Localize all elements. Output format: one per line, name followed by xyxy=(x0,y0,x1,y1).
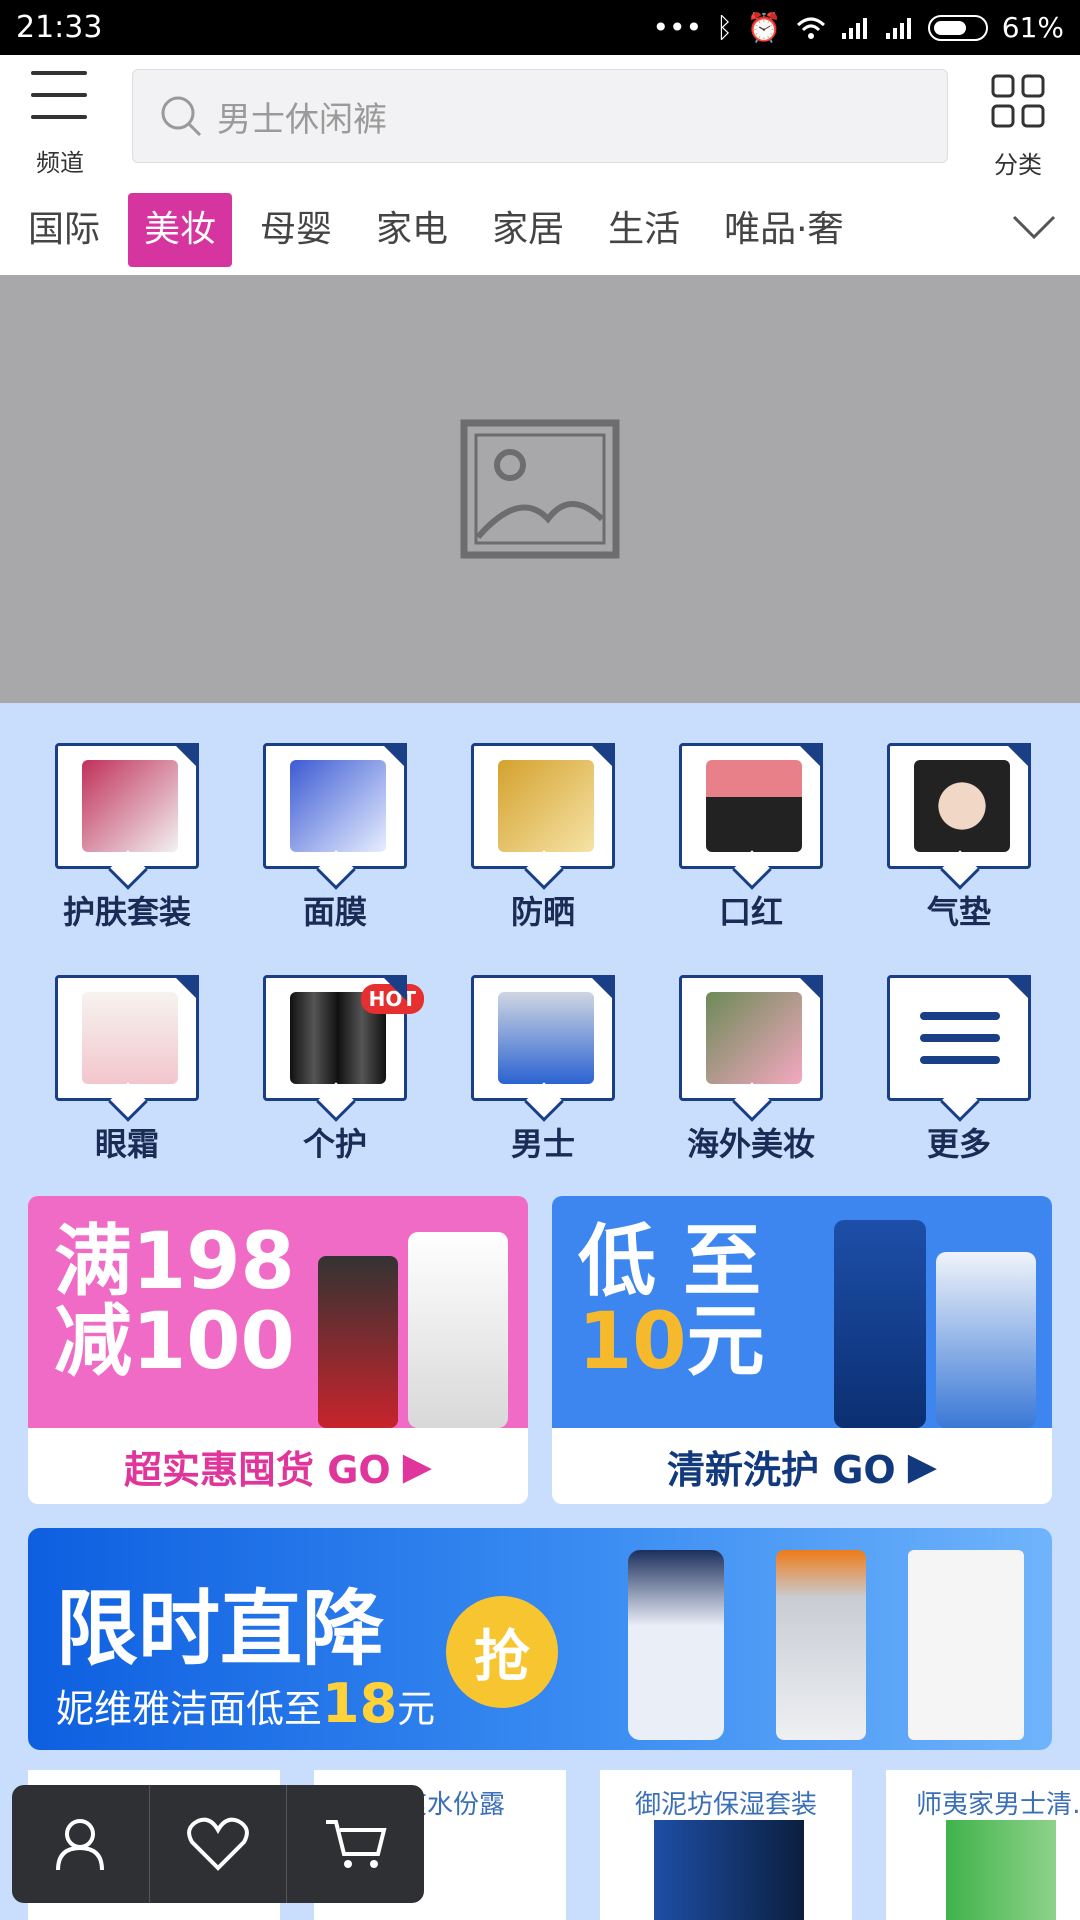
tab-intl[interactable]: 国际 xyxy=(12,193,116,267)
floating-bottom-nav xyxy=(12,1785,424,1903)
promo-card-discount[interactable]: 满198 减100 超实惠囤货 GO ▶ xyxy=(28,1196,528,1504)
hero-banner[interactable] xyxy=(0,275,1080,703)
category-personal-care[interactable]: HOT 个护 xyxy=(260,953,424,1163)
category-eye-cream[interactable]: 眼霜 xyxy=(52,953,202,1163)
tab-luxury[interactable]: 唯品·奢 xyxy=(708,193,859,267)
product-bottle-white xyxy=(408,1232,508,1428)
cushion-image xyxy=(914,760,1010,852)
hamburger-icon xyxy=(31,71,87,137)
tab-beauty[interactable]: 美妆 xyxy=(128,193,233,267)
category-label: 分类 xyxy=(994,151,1042,179)
sunscreen-image xyxy=(498,760,594,852)
skincare-set-image xyxy=(82,760,178,852)
category-sunscreen[interactable]: 防晒 xyxy=(468,721,618,931)
channel-tabs: 国际 美妆 母婴 家电 家居 生活 唯品·奢 xyxy=(0,185,1080,275)
battery-icon xyxy=(927,14,988,41)
user-icon xyxy=(56,1819,105,1871)
channel-label: 频道 xyxy=(36,149,84,177)
category-button[interactable]: 分类 xyxy=(988,73,1048,179)
alarm-icon: ⏰ xyxy=(746,11,782,44)
more-menu-icon xyxy=(920,1012,1000,1064)
more-dots-icon: ••• xyxy=(652,11,703,44)
promo-price-line1: 低 至 xyxy=(578,1217,762,1307)
nav-favorite-button[interactable] xyxy=(150,1785,288,1903)
category-men[interactable]: 男士 xyxy=(468,953,618,1163)
eye-cream-image xyxy=(82,992,178,1084)
signal-icon-2 xyxy=(885,17,911,39)
promo-discount-cta[interactable]: 超实惠囤货 GO ▶ xyxy=(28,1428,528,1504)
promo-card-price[interactable]: 低 至 10元 清新洗护 GO ▶ xyxy=(552,1196,1052,1504)
men-image xyxy=(498,992,594,1084)
status-icons: ••• ᛒ ⏰ 61% xyxy=(653,11,1064,44)
product-tile-4[interactable]: 师夷家男士清… xyxy=(886,1770,1080,1920)
promo-price-line2: 10元 xyxy=(578,1297,765,1387)
battery-percent: 61% xyxy=(1001,11,1064,44)
status-time: 21:33 xyxy=(16,10,103,45)
promo-price-cta-label: 清新洗护 GO xyxy=(667,1447,896,1492)
promo-price-image: 低 至 10元 xyxy=(552,1196,1052,1428)
product-tile-3-image xyxy=(654,1820,804,1920)
bluetooth-icon: ᛒ xyxy=(716,11,733,44)
flash-subtitle: 妮维雅洁面低至18元 xyxy=(56,1672,436,1735)
promo-price-cta[interactable]: 清新洗护 GO ▶ xyxy=(552,1428,1052,1504)
category-skincare-set[interactable]: 护肤套装 xyxy=(52,721,202,931)
tab-home[interactable]: 家居 xyxy=(476,193,580,267)
overseas-beauty-image xyxy=(706,992,802,1084)
nav-profile-button[interactable] xyxy=(12,1785,150,1903)
promo-discount-line1: 满198 xyxy=(54,1217,295,1307)
product-bottle-clear xyxy=(834,1220,926,1428)
chevron-down-icon[interactable] xyxy=(1012,211,1056,241)
category-cushion[interactable]: 气垫 xyxy=(884,721,1034,931)
lipstick-image xyxy=(706,760,802,852)
promo-discount-line2: 减100 xyxy=(54,1297,295,1387)
category-mask[interactable]: 面膜 xyxy=(260,721,410,931)
tab-life[interactable]: 生活 xyxy=(592,193,696,267)
product-tile-3[interactable]: 御泥坊保湿套装 xyxy=(600,1770,852,1920)
category-more[interactable]: 更多 xyxy=(884,953,1034,1163)
search-input[interactable]: 男士休闲裤 xyxy=(132,69,948,163)
tab-baby[interactable]: 母婴 xyxy=(244,193,348,267)
product-mask-pack xyxy=(908,1550,1024,1740)
status-bar: 21:33 ••• ᛒ ⏰ 61% xyxy=(0,0,1080,55)
search-placeholder: 男士休闲裤 xyxy=(217,99,387,140)
promo-discount-image: 满198 减100 xyxy=(28,1196,528,1428)
grid-icon xyxy=(991,74,1045,128)
tab-appliance[interactable]: 家电 xyxy=(360,193,464,267)
signal-icon xyxy=(841,17,867,39)
image-placeholder-icon xyxy=(460,419,620,559)
heart-icon xyxy=(187,1817,249,1871)
channel-menu-button[interactable]: 频道 xyxy=(25,71,95,177)
product-bottle-nivea xyxy=(936,1252,1036,1428)
flash-sale-banner[interactable]: 限时直降 妮维雅洁面低至18元 抢 xyxy=(28,1528,1052,1750)
grab-button[interactable]: 抢 xyxy=(446,1596,558,1708)
mask-image xyxy=(290,760,386,852)
product-nivea-cleanser xyxy=(628,1550,724,1740)
nav-cart-button[interactable] xyxy=(287,1785,424,1903)
product-tile-4-image xyxy=(946,1820,1056,1920)
cart-icon xyxy=(325,1820,387,1868)
product-bottle-red xyxy=(318,1256,398,1428)
category-lipstick[interactable]: 口红 xyxy=(676,721,826,931)
flash-title: 限时直降 xyxy=(56,1582,385,1677)
top-bar: 频道 男士休闲裤 分类 xyxy=(0,55,1080,185)
promo-discount-cta-label: 超实惠囤货 GO xyxy=(124,1447,391,1492)
hot-badge: HOT xyxy=(360,984,424,1014)
play-arrow-icon: ▶ xyxy=(402,1444,432,1488)
play-arrow-icon-2: ▶ xyxy=(907,1444,937,1488)
wifi-icon xyxy=(796,17,825,39)
product-loreal xyxy=(776,1550,866,1740)
search-icon xyxy=(161,96,202,137)
category-overseas-beauty[interactable]: 海外美妆 xyxy=(676,953,826,1163)
